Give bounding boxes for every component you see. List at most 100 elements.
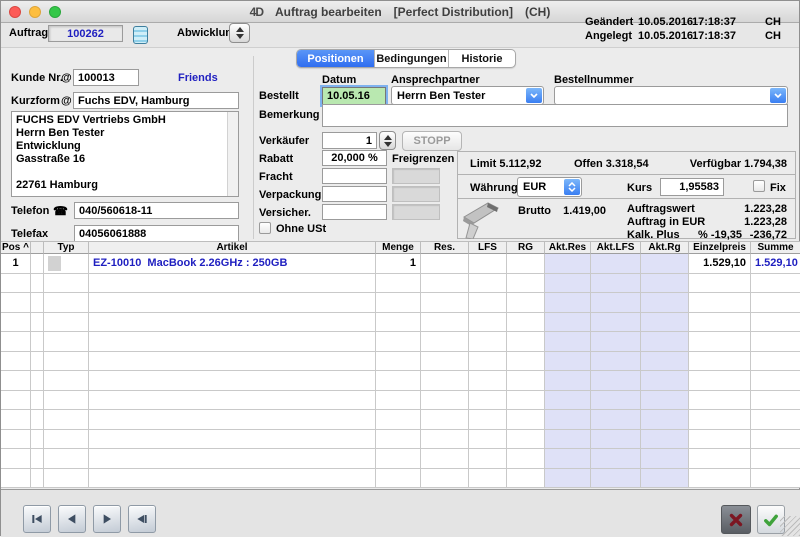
cell-pos [1,371,31,391]
cell-aktrg [641,254,689,274]
accept-check-icon [761,511,781,529]
address-scrollbar[interactable] [227,112,238,196]
table-row[interactable] [1,410,800,430]
cell-pos [1,469,31,489]
column-header-res[interactable]: Res. [421,241,469,254]
waehrung-popup[interactable]: EUR [517,177,582,197]
cell-pos [1,313,31,333]
table-row[interactable] [1,391,800,411]
telefon-label: Telefon [11,205,49,217]
cell-pos [1,430,31,450]
waehrung-label: Währung [470,182,518,194]
tab-bedingungen[interactable]: Bedingungen [374,50,448,67]
auftrag-in-eur-label: Auftrag in EUR [627,216,705,228]
column-header-summe[interactable]: Summe [751,241,800,254]
kurzform-at-icon[interactable]: @ [61,95,72,107]
table-row[interactable] [1,371,800,391]
column-header-sel[interactable] [31,241,44,254]
ohne-ust-label: Ohne USt [276,223,326,235]
freigrenzen-label: Freigrenzen [392,153,454,165]
last-record-button[interactable] [128,505,156,533]
bemerkung-field[interactable] [322,104,788,127]
kunde-nr-field[interactable] [73,69,139,86]
telefon-field[interactable] [74,202,239,219]
table-row[interactable] [1,430,800,450]
bestellnummer-dropdown[interactable] [554,86,788,105]
bestellnummer-label: Bestellnummer [554,74,633,86]
table-row[interactable] [1,469,800,489]
cell-typ [44,391,89,411]
cell-artikel [89,449,376,469]
first-record-button[interactable] [23,505,51,533]
cancel-button[interactable] [721,505,751,534]
tab-positionen[interactable]: Positionen [297,50,374,67]
ansprechpartner-dropdown[interactable]: Herrn Ben Tester [391,86,544,105]
stepper-up-icon [236,27,244,32]
column-header-rg[interactable]: RG [507,241,545,254]
versicher-field[interactable] [322,204,387,220]
table-row[interactable] [1,352,800,372]
currency-box: Währung EUR Kurs Fix [457,174,796,199]
table-row[interactable] [1,332,800,352]
rabatt-field[interactable] [322,150,387,166]
column-header-aktrg[interactable]: Akt.Rg [641,241,689,254]
next-record-button[interactable] [93,505,121,533]
bestellt-label: Bestellt [259,90,299,102]
ohne-ust-checkbox[interactable] [259,222,271,234]
address-textarea[interactable]: FUCHS EDV Vertriebs GmbH Herrn Ben Teste… [11,111,239,197]
cell-summe [751,391,800,411]
tab-historie[interactable]: Historie [448,50,515,67]
bestellt-date-field[interactable] [322,87,386,105]
auftragswert-label: Auftragswert [627,203,695,215]
table-row[interactable] [1,293,800,313]
column-header-pos[interactable]: Pos ^ [1,241,31,254]
kunde-nr-at-icon[interactable]: @ [61,72,72,84]
previous-record-button[interactable] [58,505,86,533]
column-header-artikel[interactable]: Artikel [89,241,376,254]
cell-artikel [89,274,376,294]
stopp-button[interactable]: STOPP [402,131,462,151]
cell-lfs [469,371,507,391]
table-row[interactable] [1,313,800,333]
column-header-einzelpreis[interactable]: Einzelpreis [689,241,751,254]
cell-lfs [469,254,507,274]
kurzform-field[interactable] [73,92,239,109]
cell-sel [31,293,44,313]
verpackung-field[interactable] [322,186,387,202]
abwicklung-stepper[interactable] [229,23,250,43]
column-header-aktlfs[interactable]: Akt.LFS [591,241,641,254]
cell-einzelpreis [689,274,751,294]
cell-aktrg [641,352,689,372]
limit-value: Limit 5.112,92 [470,158,542,170]
fracht-field[interactable] [322,168,387,184]
offen-value: Offen 3.318,54 [574,158,649,170]
verkaeufer-field[interactable] [322,132,377,149]
column-header-typ[interactable]: Typ [44,241,89,254]
table-row[interactable] [1,449,800,469]
cell-einzelpreis [689,469,751,489]
cell-menge [376,332,421,352]
angelegt-user: CH [765,30,781,42]
resize-grip[interactable] [780,516,800,536]
cell-lfs [469,352,507,372]
cell-aktres [545,254,591,274]
auftragswert-value: 1.223,28 [744,203,787,215]
telefax-field[interactable] [74,225,239,242]
fix-label: Fix [770,182,786,194]
column-header-menge[interactable]: Menge [376,241,421,254]
cell-einzelpreis [689,430,751,450]
verkaeufer-stepper[interactable] [379,131,396,150]
angelegt-label: Angelegt [585,30,632,42]
table-row[interactable] [1,274,800,294]
auftrag-number-field[interactable] [48,25,123,42]
column-header-aktres[interactable]: Akt.Res [545,241,591,254]
table-row[interactable]: 1EZ-10010 MacBook 2.26GHz : 250GB11.529,… [1,254,800,274]
cell-res [421,352,469,372]
cell-menge [376,410,421,430]
notepad-icon[interactable] [133,26,148,44]
column-header-lfs[interactable]: LFS [469,241,507,254]
cell-lfs [469,391,507,411]
fix-checkbox[interactable] [753,180,765,192]
cell-menge [376,449,421,469]
kurs-field[interactable] [660,178,724,196]
